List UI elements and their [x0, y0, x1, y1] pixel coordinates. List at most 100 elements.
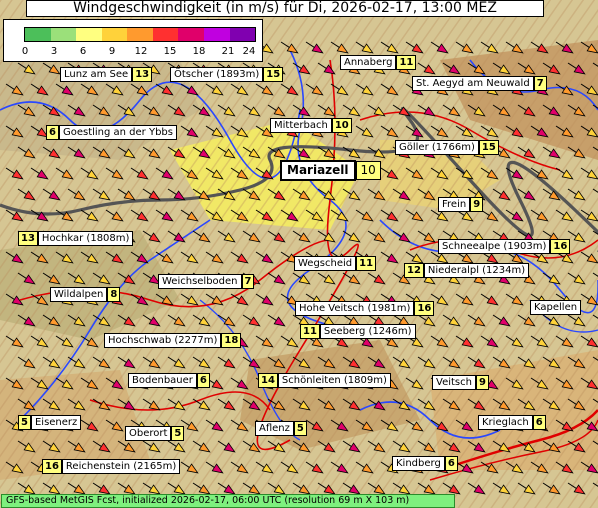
legend-tick: 15 [163, 46, 177, 57]
place-label-main[interactable]: Mariazell 10 [280, 159, 381, 181]
place-label[interactable]: Lunz am See 13 [60, 67, 153, 82]
place-label[interactable]: Göller (1766m) 15 [395, 140, 499, 155]
place-name: St. Aegyd am Neuwald [412, 76, 534, 91]
place-name: Hochschwab (2277m) [104, 333, 222, 348]
wind-value: 14 [258, 373, 278, 388]
map-title: Windgeschwindigkeit (in m/s) für Di, 202… [26, 0, 544, 17]
place-label[interactable]: Frein 9 [438, 197, 484, 212]
place-name: Ötscher (1893m) [170, 67, 264, 82]
legend-colorbar [24, 27, 256, 42]
wind-value: 11 [356, 256, 377, 271]
place-name: Reichenstein (2165m) [61, 459, 181, 474]
wind-speed-legend: 0 3 6 9 12 15 18 21 24 [3, 19, 263, 62]
wind-value: 5 [18, 415, 31, 430]
place-label[interactable]: Ötscher (1893m) 15 [170, 67, 284, 82]
wind-value: 9 [475, 375, 489, 390]
wind-value: 15 [478, 140, 499, 155]
place-name: Wegscheid [294, 256, 357, 271]
place-name: Frein [438, 197, 471, 212]
place-name: Lunz am See [60, 67, 133, 82]
place-label[interactable]: 14 Schönleiten (1809m) [258, 373, 391, 388]
legend-tick: 6 [79, 46, 87, 57]
forecast-info-footer: GFS-based MetGIS Fcst, initialized 2026-… [1, 494, 455, 508]
place-label[interactable]: 5 Eisenerz [18, 415, 82, 430]
place-label[interactable]: 6 Goestling an der Ybbs [46, 125, 177, 140]
wind-value: 6 [196, 373, 210, 388]
place-label[interactable]: St. Aegyd am Neuwald 7 [412, 76, 547, 91]
place-name: Seeberg (1246m) [319, 324, 416, 339]
wind-value: 10 [331, 118, 352, 133]
legend-swatch [178, 28, 204, 41]
place-name: Krieglach [478, 415, 533, 430]
place-label[interactable]: Veitsch 9 [432, 375, 489, 390]
place-name: Kapellen [530, 300, 582, 315]
place-name: Veitsch [432, 375, 476, 390]
legend-swatch [50, 28, 77, 41]
wind-value: 13 [18, 231, 38, 246]
wind-value: 13 [132, 67, 153, 82]
legend-tick: 12 [134, 46, 148, 57]
place-label[interactable]: Kindberg 6 [392, 456, 458, 471]
place-name: Goestling an der Ybbs [58, 125, 177, 140]
wind-value: 9 [470, 197, 484, 212]
wind-value: 7 [241, 274, 255, 289]
wind-value: 15 [263, 67, 284, 82]
place-label[interactable]: Krieglach 6 [478, 415, 546, 430]
legend-swatch [229, 28, 256, 41]
place-name: Mariazell [280, 159, 356, 181]
wind-value: 11 [300, 324, 320, 339]
place-name: Niederalpl (1234m) [423, 263, 530, 278]
wind-value: 16 [550, 239, 571, 254]
legend-tick: 0 [21, 46, 29, 57]
place-label[interactable]: Hochschwab (2277m) 18 [104, 333, 242, 348]
place-name: Mitterbach [270, 118, 332, 133]
legend-swatch [152, 28, 179, 41]
wind-value: 12 [404, 263, 424, 278]
place-label[interactable]: 13 Hochkar (1808m) [18, 231, 134, 246]
place-name: Schneealpe (1903m) [438, 239, 551, 254]
place-label[interactable]: Kapellen [530, 300, 582, 315]
place-label[interactable]: 12 Niederalpl (1234m) [404, 263, 530, 278]
wind-value: 6 [46, 125, 59, 140]
place-label[interactable]: 11 Seeberg (1246m) [300, 324, 416, 339]
place-name: Hochkar (1808m) [37, 231, 134, 246]
wind-value: 5 [293, 421, 307, 436]
place-label[interactable]: Wildalpen 8 [50, 287, 121, 302]
legend-tick: 18 [192, 46, 206, 57]
legend-tick: 9 [108, 46, 116, 57]
place-label[interactable]: Bodenbauer 6 [128, 373, 210, 388]
place-label[interactable]: Aflenz 5 [255, 421, 307, 436]
place-label[interactable]: 16 Reichenstein (2165m) [42, 459, 181, 474]
place-label[interactable]: Schneealpe (1903m) 16 [438, 239, 571, 254]
place-label[interactable]: Annaberg 11 [340, 55, 417, 70]
place-name: Oberort [125, 426, 172, 441]
place-name: Aflenz [255, 421, 294, 436]
place-name: Hohe Veitsch (1981m) [295, 301, 415, 316]
place-name: Weichselboden [158, 274, 242, 289]
wind-value: 6 [532, 415, 546, 430]
place-label[interactable]: Hohe Veitsch (1981m) 16 [295, 301, 435, 316]
legend-swatch [76, 28, 102, 41]
legend-swatch [203, 28, 230, 41]
legend-tick: 3 [50, 46, 58, 57]
wind-value: 5 [171, 426, 185, 441]
wind-value: 18 [221, 333, 242, 348]
place-name: Schönleiten (1809m) [277, 373, 391, 388]
wind-map: Windgeschwindigkeit (in m/s) für Di, 202… [0, 0, 598, 508]
place-label[interactable]: Mitterbach 10 [270, 118, 352, 133]
legend-swatch [127, 28, 153, 41]
legend-tick: 24 [242, 46, 256, 57]
place-name: Bodenbauer [128, 373, 197, 388]
wind-value: 16 [42, 459, 62, 474]
wind-value: 16 [414, 301, 435, 316]
place-name: Eisenerz [30, 415, 82, 430]
place-label[interactable]: Oberort 5 [125, 426, 185, 441]
place-name: Annaberg [340, 55, 397, 70]
wind-value: 7 [533, 76, 547, 91]
wind-value: 8 [107, 287, 121, 302]
place-label[interactable]: Wegscheid 11 [294, 256, 377, 271]
legend-swatch [101, 28, 128, 41]
place-label[interactable]: Weichselboden 7 [158, 274, 255, 289]
wind-value: 6 [444, 456, 458, 471]
place-name: Göller (1766m) [395, 140, 479, 155]
